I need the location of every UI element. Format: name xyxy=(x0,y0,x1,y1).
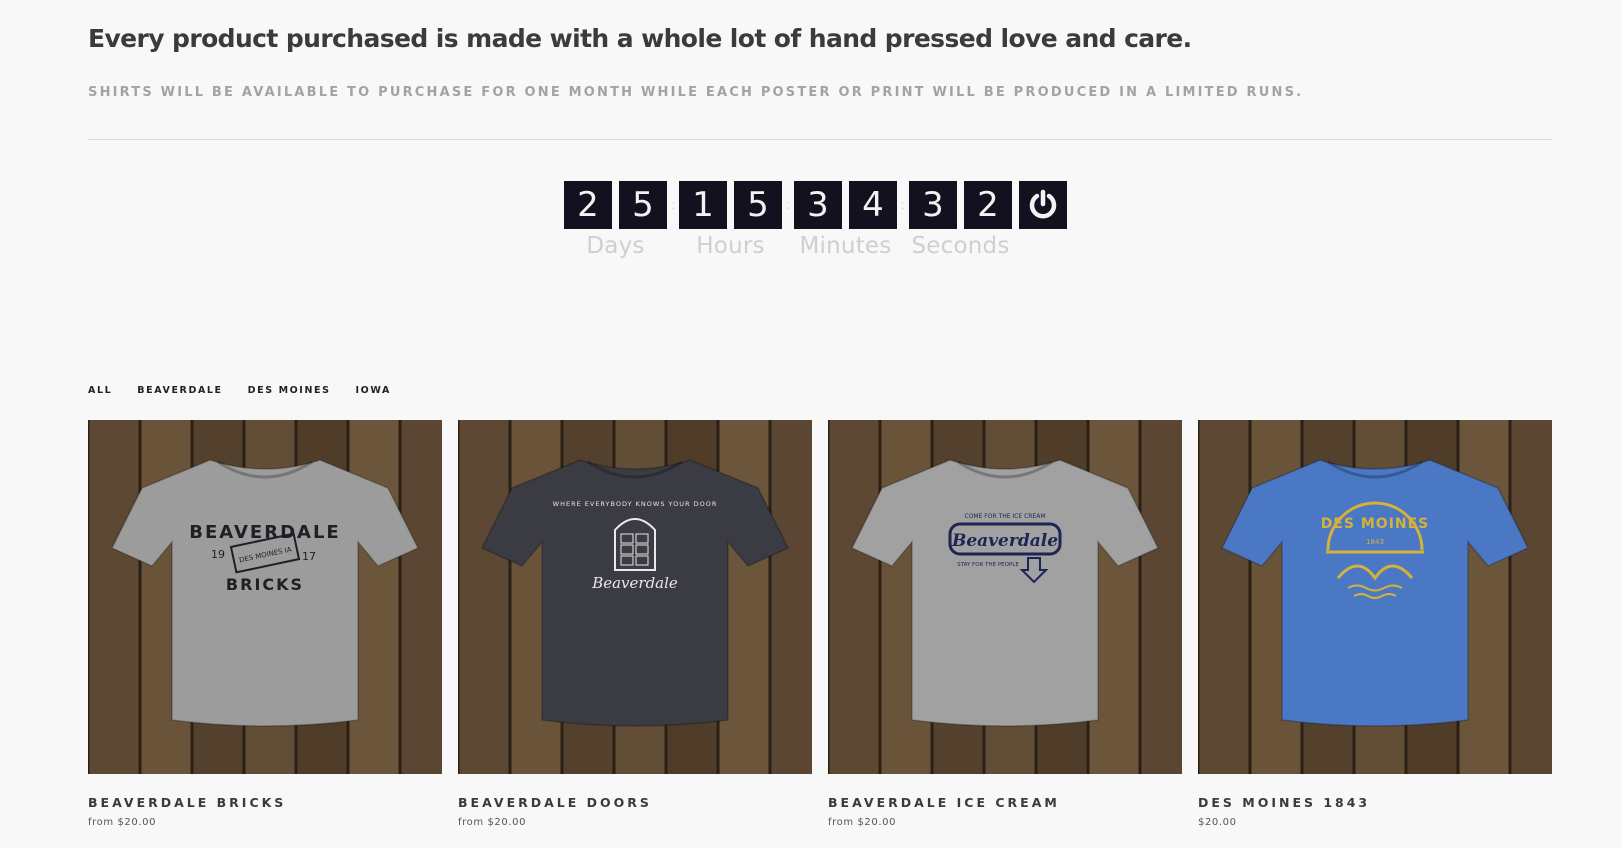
divider xyxy=(88,139,1552,140)
svg-text:1843: 1843 xyxy=(1366,538,1384,546)
countdown-hours: 1 5 Hours xyxy=(679,181,782,259)
separator: : xyxy=(786,198,790,212)
product-card[interactable]: BEAVERDALE DES MOINES IA 19 17 BRICKS BEAVER… xyxy=(88,420,442,828)
separator: : xyxy=(671,198,675,212)
svg-text:STAY FOR THE PEOPLE: STAY FOR THE PEOPLE xyxy=(957,562,1019,568)
product-title[interactable]: DES MOINES 1843 xyxy=(1198,795,1552,810)
product-image[interactable]: COME FOR THE ICE CREAM Beaverdale STAY FOR… xyxy=(828,420,1182,774)
filter-des-moines[interactable]: DES MOINES xyxy=(248,385,331,396)
separator: : xyxy=(901,198,905,212)
product-price: from $20.00 xyxy=(458,817,527,828)
svg-text:19: 19 xyxy=(211,548,225,561)
product-image[interactable]: WHERE EVERYBODY KNOWS YOUR DOOR Beaverdal… xyxy=(458,420,812,774)
minutes-label: Minutes xyxy=(799,233,892,259)
days-label: Days xyxy=(586,233,645,259)
svg-text:BRICKS: BRICKS xyxy=(226,575,304,594)
headline: Every product purchased is made with a w… xyxy=(88,24,1192,53)
svg-text:17: 17 xyxy=(302,550,316,563)
hours-digit-2: 5 xyxy=(734,181,782,229)
countdown-days: 2 5 Days xyxy=(564,181,667,259)
minutes-digit-1: 3 xyxy=(794,181,842,229)
filter-beaverdale[interactable]: BEAVERDALE xyxy=(137,385,222,396)
svg-text:WHERE EVERYBODY KNOWS YOUR DOO: WHERE EVERYBODY KNOWS YOUR DOOR xyxy=(553,500,718,508)
svg-text:DES MOINES: DES MOINES xyxy=(1321,516,1430,532)
product-title[interactable]: BEAVERDALE BRICKS xyxy=(88,795,442,810)
svg-text:Beaverdale: Beaverdale xyxy=(951,531,1058,551)
countdown-seconds: 3 2 Seconds xyxy=(909,181,1012,259)
product-image[interactable]: BEAVERDALE DES MOINES IA 19 17 BRICKS xyxy=(88,420,442,774)
hours-digit-1: 1 xyxy=(679,181,727,229)
minutes-digit-2: 4 xyxy=(849,181,897,229)
power-icon[interactable] xyxy=(1019,181,1067,229)
product-price: from $20.00 xyxy=(828,817,897,828)
filter-all[interactable]: ALL xyxy=(88,385,112,396)
countdown-timer: 2 5 Days : 1 5 Hours : 3 4 Minutes : 3 2… xyxy=(564,181,1067,259)
seconds-digit-2: 2 xyxy=(964,181,1012,229)
subline: SHIRTS WILL BE AVAILABLE TO PURCHASE FOR… xyxy=(88,85,1304,100)
seconds-label: Seconds xyxy=(911,233,1010,259)
collection-filters: ALL BEAVERDALE DES MOINES IOWA xyxy=(88,385,391,396)
product-card[interactable]: WHERE EVERYBODY KNOWS YOUR DOOR Beaverdal… xyxy=(458,420,812,828)
seconds-digit-1: 3 xyxy=(909,181,957,229)
filter-iowa[interactable]: IOWA xyxy=(356,385,391,396)
product-grid: BEAVERDALE DES MOINES IA 19 17 BRICKS BEAVER… xyxy=(88,420,1552,828)
countdown-minutes: 3 4 Minutes xyxy=(794,181,897,259)
days-digit-1: 2 xyxy=(564,181,612,229)
product-title[interactable]: BEAVERDALE ICE CREAM xyxy=(828,795,1182,810)
svg-text:Beaverdale: Beaverdale xyxy=(591,574,678,592)
hours-label: Hours xyxy=(696,233,765,259)
product-price: $20.00 xyxy=(1198,817,1237,828)
product-image[interactable]: DES MOINES 1843 xyxy=(1198,420,1552,774)
product-title[interactable]: BEAVERDALE DOORS xyxy=(458,795,812,810)
product-price: from $20.00 xyxy=(88,817,157,828)
product-card[interactable]: COME FOR THE ICE CREAM Beaverdale STAY FOR… xyxy=(828,420,1182,828)
svg-text:COME FOR THE ICE CREAM: COME FOR THE ICE CREAM xyxy=(965,513,1046,520)
days-digit-2: 5 xyxy=(619,181,667,229)
product-card[interactable]: DES MOINES 1843 DES MOINES 1843 $20.00 xyxy=(1198,420,1552,828)
